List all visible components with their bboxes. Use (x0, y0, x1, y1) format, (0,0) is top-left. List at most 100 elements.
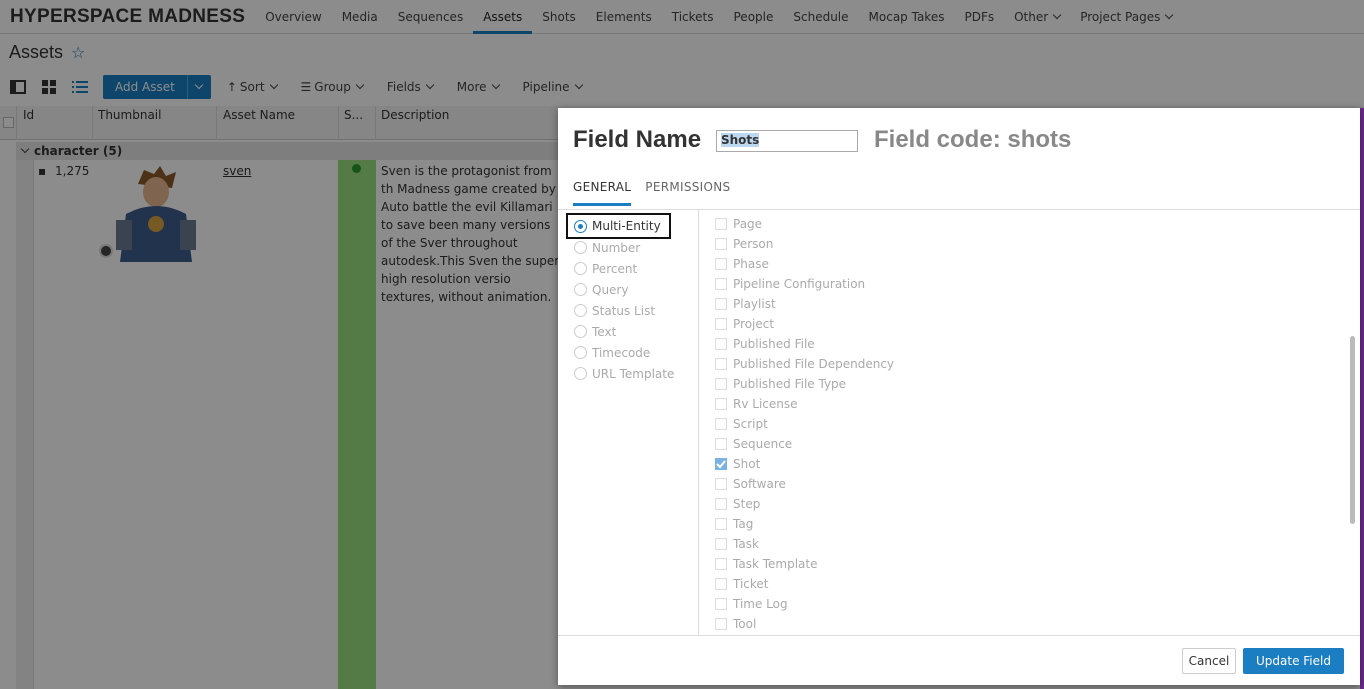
type-label: Query (592, 282, 629, 297)
entity-option-task[interactable]: Task (715, 534, 759, 554)
field-type-list: Multi-Entity Number Percent Query Status… (558, 210, 699, 635)
type-option-url-template[interactable]: URL Template (574, 363, 674, 384)
entity-label: Task (733, 537, 759, 551)
checkbox[interactable] (715, 298, 727, 310)
checkbox[interactable] (715, 338, 727, 350)
entity-option-task-template[interactable]: Task Template (715, 554, 817, 574)
check-icon (716, 460, 726, 469)
checkbox[interactable] (715, 218, 727, 230)
tab-permissions[interactable]: PERMISSIONS (645, 180, 730, 206)
entity-option-sequence[interactable]: Sequence (715, 434, 792, 454)
cancel-button[interactable]: Cancel (1182, 648, 1236, 674)
radio-selected-icon (574, 219, 587, 233)
radio-icon (574, 367, 587, 380)
type-option-number[interactable]: Number (574, 237, 640, 258)
field-name-value: Shots (721, 133, 760, 147)
type-option-percent[interactable]: Percent (574, 258, 637, 279)
entity-option-published-file-type[interactable]: Published File Type (715, 374, 846, 394)
tab-general[interactable]: GENERAL (573, 180, 632, 206)
entity-label: Published File (733, 337, 815, 351)
entity-label: Sequence (733, 437, 793, 451)
entity-option-shot[interactable]: Shot (715, 454, 760, 474)
checkbox[interactable] (715, 238, 727, 250)
entity-label: Phase (733, 257, 769, 271)
entity-label: Step (733, 497, 761, 511)
checkbox[interactable] (715, 518, 727, 530)
type-label: URL Template (592, 366, 675, 381)
checkbox[interactable] (715, 358, 727, 370)
radio-icon (574, 241, 587, 254)
checkbox[interactable] (715, 498, 727, 510)
dialog-title: Field Name (573, 126, 702, 153)
entity-label: Software (733, 477, 786, 491)
entity-option-software[interactable]: Software (715, 474, 786, 494)
radio-icon (574, 304, 587, 317)
entity-option-playlist[interactable]: Playlist (715, 294, 776, 314)
entity-label: Shot (733, 457, 761, 471)
entity-label: Playlist (733, 297, 776, 311)
type-label: Timecode (592, 345, 651, 360)
checkbox[interactable] (715, 618, 727, 630)
entity-label: Page (733, 217, 763, 231)
radio-icon (574, 283, 587, 296)
entity-option-tool[interactable]: Tool (715, 614, 756, 634)
type-option-timecode[interactable]: Timecode (574, 342, 650, 363)
checkbox[interactable] (715, 478, 727, 490)
entity-option-person[interactable]: Person (715, 234, 773, 254)
entity-label: Task Template (733, 557, 818, 571)
type-label: Status List (592, 303, 656, 318)
checkbox[interactable] (715, 378, 727, 390)
background-strip (1360, 108, 1364, 689)
checkbox[interactable] (715, 318, 727, 330)
entity-option-script[interactable]: Script (715, 414, 768, 434)
type-label: Multi-Entity (592, 219, 661, 233)
type-label: Text (592, 324, 617, 339)
entity-option-page[interactable]: Page (715, 214, 762, 234)
entity-label: Script (733, 417, 768, 431)
checkbox-checked[interactable] (715, 458, 727, 470)
entity-option-pipeline-configuration[interactable]: Pipeline Configuration (715, 274, 865, 294)
checkbox[interactable] (715, 418, 727, 430)
entity-option-project[interactable]: Project (715, 314, 774, 334)
type-label: Percent (592, 261, 638, 276)
field-name-input[interactable]: Shots (716, 130, 858, 152)
entity-option-published-file[interactable]: Published File (715, 334, 815, 354)
checkbox[interactable] (715, 438, 727, 450)
radio-icon (574, 346, 587, 359)
checkbox[interactable] (715, 558, 727, 570)
type-option-multi-entity[interactable]: Multi-Entity (566, 213, 671, 239)
checkbox[interactable] (715, 598, 727, 610)
entity-option-time-log[interactable]: Time Log (715, 594, 788, 614)
type-label: Number (592, 240, 641, 255)
entity-label: Rv License (733, 397, 798, 411)
entity-option-step[interactable]: Step (715, 494, 760, 514)
update-field-button[interactable]: Update Field (1243, 648, 1344, 674)
entity-label: Pipeline Configuration (733, 277, 866, 291)
dialog-tabs: GENERAL PERMISSIONS (573, 180, 744, 206)
entity-label: Tag (733, 517, 754, 531)
entity-label: Time Log (733, 597, 788, 611)
footer-divider (558, 635, 1360, 636)
radio-icon (574, 325, 587, 338)
checkbox[interactable] (715, 398, 727, 410)
checkbox[interactable] (715, 578, 727, 590)
radio-icon (574, 262, 587, 275)
type-option-status-list[interactable]: Status List (574, 300, 655, 321)
entity-option-phase[interactable]: Phase (715, 254, 769, 274)
entity-label: Project (733, 317, 775, 331)
checkbox[interactable] (715, 538, 727, 550)
entity-label: Person (733, 237, 774, 251)
entity-option-ticket[interactable]: Ticket (715, 574, 769, 594)
entity-label: Published File Dependency (733, 357, 895, 371)
entity-label: Ticket (733, 577, 769, 591)
type-option-text[interactable]: Text (574, 321, 616, 342)
entity-option-published-file-dependency[interactable]: Published File Dependency (715, 354, 894, 374)
checkbox[interactable] (715, 258, 727, 270)
entity-list-scrollbar[interactable] (1350, 336, 1355, 524)
checkbox[interactable] (715, 278, 727, 290)
entity-option-rv-license[interactable]: Rv License (715, 394, 798, 414)
entity-option-tag[interactable]: Tag (715, 514, 753, 534)
field-code-label: Field code: shots (874, 126, 1072, 153)
field-edit-dialog: Field Name Shots Field code: shots GENER… (558, 108, 1360, 685)
type-option-query[interactable]: Query (574, 279, 628, 300)
